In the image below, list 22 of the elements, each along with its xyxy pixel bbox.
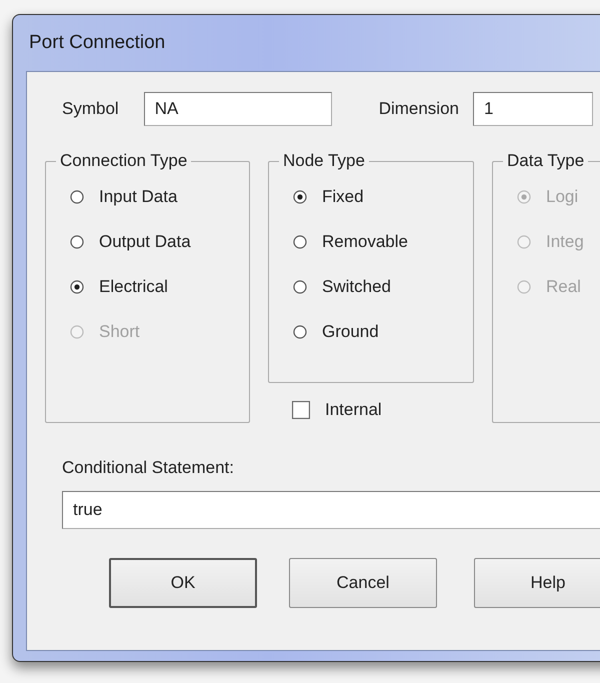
conditional-statement-field[interactable]: true: [62, 491, 600, 529]
window-title: Port Connection: [29, 32, 166, 54]
radio-option[interactable]: Output Data: [70, 231, 249, 253]
radio-option[interactable]: Removable: [293, 231, 473, 253]
conditional-statement-label: Conditional Statement:: [62, 458, 235, 478]
radio-option[interactable]: Fixed: [293, 186, 473, 208]
dimension-label: Dimension: [378, 99, 459, 119]
radio-option[interactable]: Electrical: [70, 276, 249, 298]
dialog-button[interactable]: Cancel: [289, 558, 437, 608]
internal-checkbox[interactable]: Internal: [292, 400, 474, 420]
symbol-label: Symbol: [62, 99, 119, 119]
dialog-button[interactable]: Help: [474, 558, 600, 608]
group-title: Data Type: [503, 151, 588, 171]
group-title: Node Type: [279, 151, 369, 171]
dimension-field[interactable]: 1: [473, 92, 593, 126]
group-title: Connection Type: [56, 151, 192, 171]
symbol-field[interactable]: NA: [144, 92, 332, 126]
dialog-button[interactable]: OK: [109, 558, 257, 608]
checkbox-icon: [292, 401, 310, 419]
radio-option[interactable]: Switched: [293, 276, 473, 298]
radio-option[interactable]: Ground: [293, 321, 473, 343]
radio-option[interactable]: Input Data: [70, 186, 249, 208]
